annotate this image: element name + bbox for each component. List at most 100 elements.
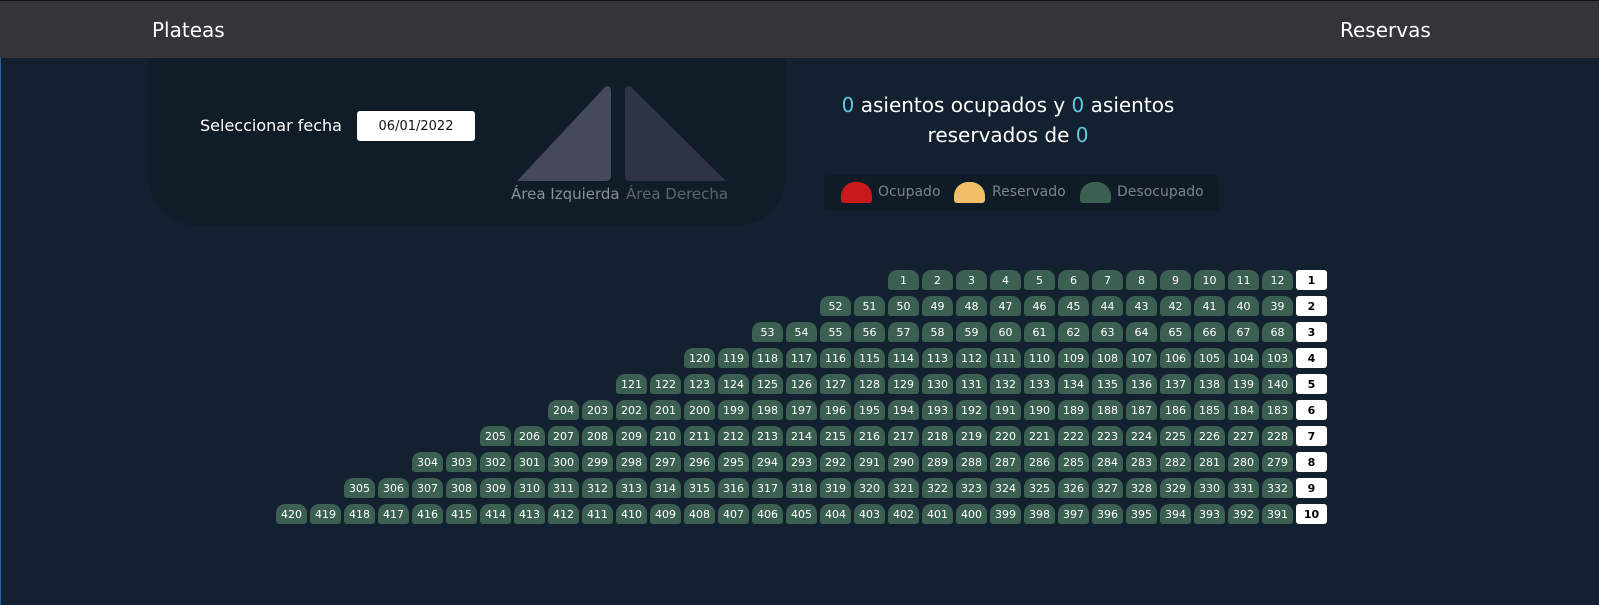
seat[interactable]: 46: [1024, 296, 1055, 316]
seat[interactable]: 312: [582, 478, 613, 498]
seat[interactable]: 291: [854, 452, 885, 472]
seat[interactable]: 419: [310, 504, 341, 524]
seat[interactable]: 303: [446, 452, 477, 472]
date-input[interactable]: [357, 111, 475, 141]
seat[interactable]: 68: [1262, 322, 1293, 342]
seat[interactable]: 228: [1262, 426, 1293, 446]
seat[interactable]: 61: [1024, 322, 1055, 342]
seat[interactable]: 208: [582, 426, 613, 446]
seat[interactable]: 117: [786, 348, 817, 368]
seat[interactable]: 204: [548, 400, 579, 420]
seat[interactable]: 125: [752, 374, 783, 394]
seat[interactable]: 124: [718, 374, 749, 394]
seat[interactable]: 115: [854, 348, 885, 368]
seat[interactable]: 305: [344, 478, 375, 498]
seat[interactable]: 287: [990, 452, 1021, 472]
seat[interactable]: 400: [956, 504, 987, 524]
seat[interactable]: 54: [786, 322, 817, 342]
seat[interactable]: 121: [616, 374, 647, 394]
seat[interactable]: 110: [1024, 348, 1055, 368]
seat[interactable]: 295: [718, 452, 749, 472]
seat[interactable]: 290: [888, 452, 919, 472]
seat[interactable]: 47: [990, 296, 1021, 316]
seat[interactable]: 128: [854, 374, 885, 394]
seat[interactable]: 50: [888, 296, 919, 316]
seat[interactable]: 111: [990, 348, 1021, 368]
seat[interactable]: 1: [888, 270, 919, 290]
seat[interactable]: 12: [1262, 270, 1293, 290]
seat[interactable]: 327: [1092, 478, 1123, 498]
seat[interactable]: 67: [1228, 322, 1259, 342]
seat[interactable]: 221: [1024, 426, 1055, 446]
seat[interactable]: 201: [650, 400, 681, 420]
seat[interactable]: 187: [1126, 400, 1157, 420]
seat[interactable]: 331: [1228, 478, 1259, 498]
seat[interactable]: 302: [480, 452, 511, 472]
seat[interactable]: 418: [344, 504, 375, 524]
seat[interactable]: 10: [1194, 270, 1225, 290]
area-left-triangle[interactable]: [517, 86, 611, 181]
seat[interactable]: 286: [1024, 452, 1055, 472]
seat[interactable]: 188: [1092, 400, 1123, 420]
nav-brand-plateas[interactable]: Plateas: [152, 18, 225, 42]
seat[interactable]: 206: [514, 426, 545, 446]
seat[interactable]: 209: [616, 426, 647, 446]
area-left-label[interactable]: Área Izquierda: [511, 185, 620, 203]
seat[interactable]: 41: [1194, 296, 1225, 316]
seat[interactable]: 192: [956, 400, 987, 420]
seat[interactable]: 197: [786, 400, 817, 420]
seat[interactable]: 310: [514, 478, 545, 498]
seat[interactable]: 42: [1160, 296, 1191, 316]
seat[interactable]: 216: [854, 426, 885, 446]
seat[interactable]: 279: [1262, 452, 1293, 472]
seat[interactable]: 405: [786, 504, 817, 524]
seat[interactable]: 43: [1126, 296, 1157, 316]
seat[interactable]: 332: [1262, 478, 1293, 498]
seat[interactable]: 411: [582, 504, 613, 524]
seat[interactable]: 281: [1194, 452, 1225, 472]
seat[interactable]: 8: [1126, 270, 1157, 290]
seat[interactable]: 202: [616, 400, 647, 420]
seat[interactable]: 127: [820, 374, 851, 394]
seat[interactable]: 60: [990, 322, 1021, 342]
seat[interactable]: 280: [1228, 452, 1259, 472]
seat[interactable]: 288: [956, 452, 987, 472]
seat[interactable]: 393: [1194, 504, 1225, 524]
seat[interactable]: 190: [1024, 400, 1055, 420]
seat[interactable]: 120: [684, 348, 715, 368]
seat[interactable]: 136: [1126, 374, 1157, 394]
nav-link-reservas[interactable]: Reservas: [1340, 18, 1431, 42]
seat[interactable]: 391: [1262, 504, 1293, 524]
seat[interactable]: 196: [820, 400, 851, 420]
seat[interactable]: 116: [820, 348, 851, 368]
seat[interactable]: 135: [1092, 374, 1123, 394]
seat[interactable]: 316: [718, 478, 749, 498]
seat[interactable]: 112: [956, 348, 987, 368]
seat[interactable]: 397: [1058, 504, 1089, 524]
seat[interactable]: 299: [582, 452, 613, 472]
seat[interactable]: 222: [1058, 426, 1089, 446]
seat[interactable]: 3: [956, 270, 987, 290]
seat[interactable]: 51: [854, 296, 885, 316]
seat[interactable]: 410: [616, 504, 647, 524]
seat[interactable]: 413: [514, 504, 545, 524]
seat[interactable]: 415: [446, 504, 477, 524]
seat[interactable]: 296: [684, 452, 715, 472]
seat[interactable]: 319: [820, 478, 851, 498]
seat[interactable]: 304: [412, 452, 443, 472]
seat[interactable]: 66: [1194, 322, 1225, 342]
seat[interactable]: 106: [1160, 348, 1191, 368]
seat[interactable]: 6: [1058, 270, 1089, 290]
seat[interactable]: 301: [514, 452, 545, 472]
seat[interactable]: 317: [752, 478, 783, 498]
seat[interactable]: 396: [1092, 504, 1123, 524]
seat[interactable]: 119: [718, 348, 749, 368]
seat[interactable]: 292: [820, 452, 851, 472]
seat[interactable]: 218: [922, 426, 953, 446]
seat[interactable]: 399: [990, 504, 1021, 524]
seat[interactable]: 131: [956, 374, 987, 394]
seat[interactable]: 318: [786, 478, 817, 498]
seat[interactable]: 220: [990, 426, 1021, 446]
seat[interactable]: 205: [480, 426, 511, 446]
seat[interactable]: 118: [752, 348, 783, 368]
